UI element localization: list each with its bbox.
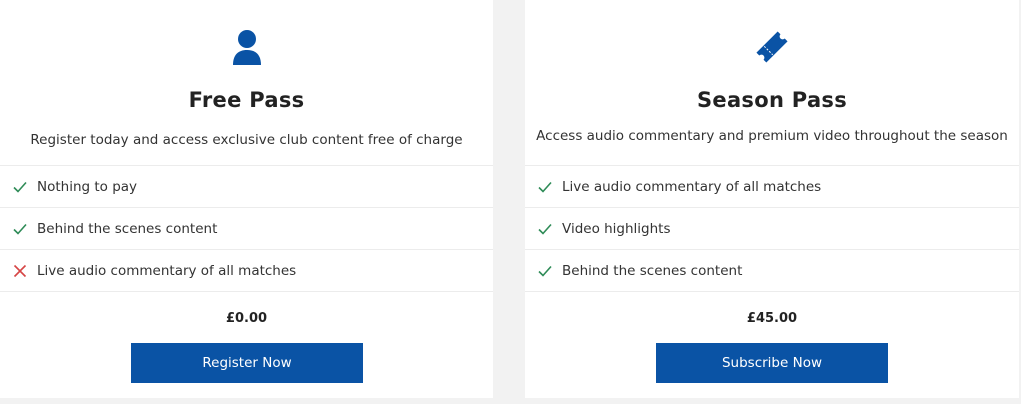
feature-text: Behind the scenes content xyxy=(37,220,218,237)
feature-item: Behind the scenes content xyxy=(0,208,493,250)
price-label: £0.00 xyxy=(225,311,268,326)
price-label: £45.00 xyxy=(746,311,798,326)
card-title: Free Pass xyxy=(188,88,305,112)
check-icon xyxy=(12,221,28,237)
feature-text: Nothing to pay xyxy=(37,178,138,195)
free-pass-card: Free Pass Register today and access excl… xyxy=(0,0,493,398)
card-subtitle: Register today and access exclusive club… xyxy=(30,132,463,148)
card-title: Season Pass xyxy=(696,88,848,112)
check-icon xyxy=(537,221,553,237)
check-icon xyxy=(537,263,553,279)
user-icon xyxy=(229,28,265,66)
feature-text: Video highlights xyxy=(562,220,671,237)
feature-text: Live audio commentary of all matches xyxy=(562,178,822,195)
feature-item: Behind the scenes content xyxy=(525,250,1019,292)
feature-item: Live audio commentary of all matches xyxy=(525,166,1019,208)
feature-item: Nothing to pay xyxy=(0,166,493,208)
subscribe-now-button[interactable]: Subscribe Now xyxy=(656,343,888,383)
feature-list: Live audio commentary of all matches Vid… xyxy=(525,165,1019,292)
feature-item: Video highlights xyxy=(525,208,1019,250)
feature-text: Live audio commentary of all matches xyxy=(37,262,297,279)
register-now-button[interactable]: Register Now xyxy=(131,343,363,383)
check-icon xyxy=(12,179,28,195)
card-subtitle: Access audio commentary and premium vide… xyxy=(536,128,1008,144)
check-icon xyxy=(537,179,553,195)
cross-icon xyxy=(12,263,28,279)
ticket-icon xyxy=(754,28,790,66)
season-pass-card: Season Pass Access audio commentary and … xyxy=(525,0,1019,398)
feature-item: Live audio commentary of all matches xyxy=(0,250,493,292)
feature-list: Nothing to pay Behind the scenes content… xyxy=(0,165,493,292)
feature-text: Behind the scenes content xyxy=(562,262,743,279)
